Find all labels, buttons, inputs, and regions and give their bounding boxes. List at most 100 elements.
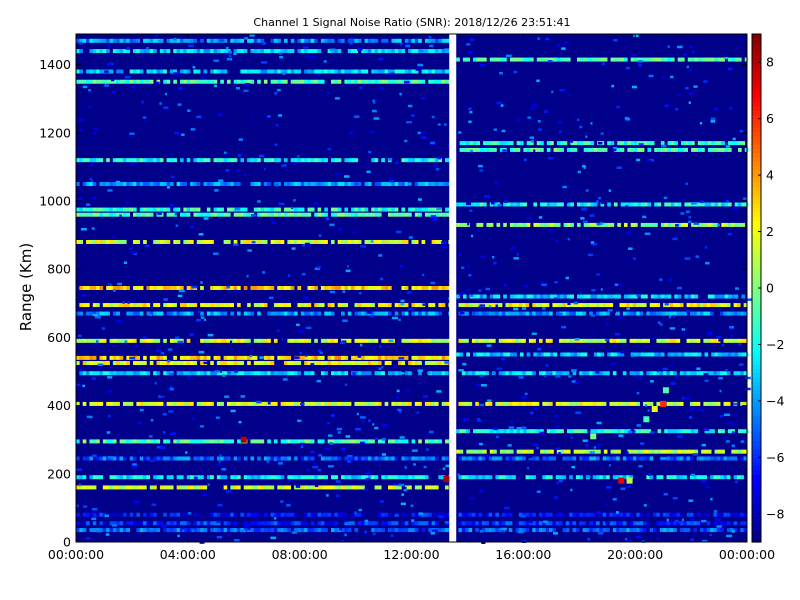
heatmap-band-cell xyxy=(508,528,513,533)
heatmap-band-cell xyxy=(216,311,221,316)
heatmap-band-cell xyxy=(351,212,355,217)
heatmap-band-cell xyxy=(354,303,359,308)
heatmap-band-cell xyxy=(488,528,493,533)
heatmap-band-cell xyxy=(82,182,87,187)
heatmap-band-cell xyxy=(502,475,506,480)
heatmap-band-cell xyxy=(381,371,385,376)
heatmap-noise-cell xyxy=(303,46,309,49)
heatmap-band-cell xyxy=(290,79,295,84)
heatmap-noise-cell xyxy=(219,39,225,42)
x-tick-label: 00:00:00 xyxy=(48,547,104,562)
heatmap-noise-cell xyxy=(218,460,221,464)
heatmap-band-cell xyxy=(499,57,504,62)
heatmap-band-cell xyxy=(731,57,735,62)
heatmap-noise-cell xyxy=(292,162,298,165)
heatmap-band-cell xyxy=(364,212,369,217)
heatmap-band-cell xyxy=(445,286,449,290)
heatmap-noise-cell xyxy=(466,43,471,46)
heatmap-band-cell xyxy=(418,158,422,163)
heatmap-noise-cell xyxy=(112,289,116,292)
heatmap-noise-cell xyxy=(513,257,519,260)
heatmap-band-cell xyxy=(727,429,732,434)
heatmap-band-cell xyxy=(96,38,100,43)
heatmap-band-cell xyxy=(112,485,117,490)
heatmap-band-cell xyxy=(740,512,744,517)
heatmap-band-cell xyxy=(344,69,349,74)
heatmap-band-cell xyxy=(738,352,742,357)
heatmap-band-cell xyxy=(270,212,275,217)
heatmap-band-cell xyxy=(92,361,97,366)
heatmap-band-cell xyxy=(196,207,201,212)
heatmap-band-cell xyxy=(488,311,493,316)
heatmap-noise-cell xyxy=(344,383,348,386)
heatmap-band-cell xyxy=(277,69,281,74)
heatmap-band-cell xyxy=(485,311,489,316)
heatmap-band-cell xyxy=(337,79,342,84)
heatmap-band-cell xyxy=(456,449,460,454)
heatmap-band-cell xyxy=(357,338,362,343)
heatmap-band-cell xyxy=(634,57,638,62)
heatmap-noise-cell xyxy=(146,46,149,50)
heatmap-band-cell xyxy=(190,239,194,244)
heatmap-band-cell xyxy=(76,475,80,480)
heatmap-band-cell xyxy=(143,212,147,217)
heatmap-band-cell xyxy=(479,352,484,357)
heatmap-band-cell xyxy=(102,355,107,360)
heatmap-band-cell xyxy=(434,338,439,343)
heatmap-band-cell xyxy=(300,182,305,187)
heatmap-noise-cell xyxy=(78,334,82,338)
heatmap-noise-cell xyxy=(690,538,695,541)
heatmap-band-cell xyxy=(260,439,265,444)
heatmap-band-cell xyxy=(538,512,543,517)
heatmap-band-cell xyxy=(552,456,557,461)
heatmap-band-cell xyxy=(317,361,322,366)
heatmap-noise-cell xyxy=(238,154,241,157)
heatmap-noise-cell xyxy=(431,218,438,221)
heatmap-band-cell xyxy=(347,286,352,290)
heatmap-band-cell xyxy=(347,182,352,187)
heatmap-band-cell xyxy=(364,207,369,212)
heatmap-band-cell xyxy=(498,456,503,461)
heatmap-band-cell xyxy=(493,352,497,357)
heatmap-band-cell xyxy=(486,141,491,146)
heatmap-band-cell xyxy=(307,182,312,187)
heatmap-band-cell xyxy=(220,158,224,163)
heatmap-band-cell xyxy=(226,239,231,244)
heatmap-band-cell xyxy=(263,371,268,376)
heatmap-band-cell xyxy=(133,207,137,212)
heatmap-noise-cell xyxy=(562,185,568,189)
heatmap-band-cell xyxy=(566,222,571,227)
heatmap-band-cell xyxy=(421,311,426,316)
heatmap-noise-cell xyxy=(674,375,678,379)
heatmap-band-cell xyxy=(337,212,342,217)
heatmap-band-cell xyxy=(106,401,110,406)
heatmap-band-cell xyxy=(294,338,298,343)
heatmap-band-cell xyxy=(562,371,567,376)
heatmap-band-cell xyxy=(294,69,298,74)
heatmap-band-cell xyxy=(465,528,469,533)
heatmap-noise-cell xyxy=(342,290,346,293)
heatmap-band-cell xyxy=(694,429,699,434)
heatmap-band-cell xyxy=(602,512,607,517)
heatmap-noise-cell xyxy=(403,488,408,492)
heatmap-noise-cell xyxy=(527,116,532,119)
heatmap-band-cell xyxy=(267,207,271,212)
heatmap-band-cell xyxy=(344,212,349,217)
heatmap-band-cell xyxy=(461,475,466,480)
heatmap-noise-cell xyxy=(305,326,312,330)
heatmap-band-cell xyxy=(398,439,402,444)
heatmap-noise-cell xyxy=(278,462,283,465)
heatmap-band-cell xyxy=(515,521,520,526)
heatmap-band-cell xyxy=(200,212,204,217)
heatmap-band-cell xyxy=(488,401,493,406)
heatmap-band-cell xyxy=(727,222,732,227)
heatmap-band-cell xyxy=(404,475,409,480)
heatmap-band-cell xyxy=(647,141,652,146)
heatmap-band-cell xyxy=(146,521,151,526)
heatmap-band-cell xyxy=(684,449,689,454)
heatmap-band-cell xyxy=(727,141,732,146)
heatmap-band-cell xyxy=(317,212,322,217)
colorbar-swatch xyxy=(752,76,761,82)
heatmap-noise-cell xyxy=(347,460,351,463)
heatmap-band-cell xyxy=(693,521,697,526)
